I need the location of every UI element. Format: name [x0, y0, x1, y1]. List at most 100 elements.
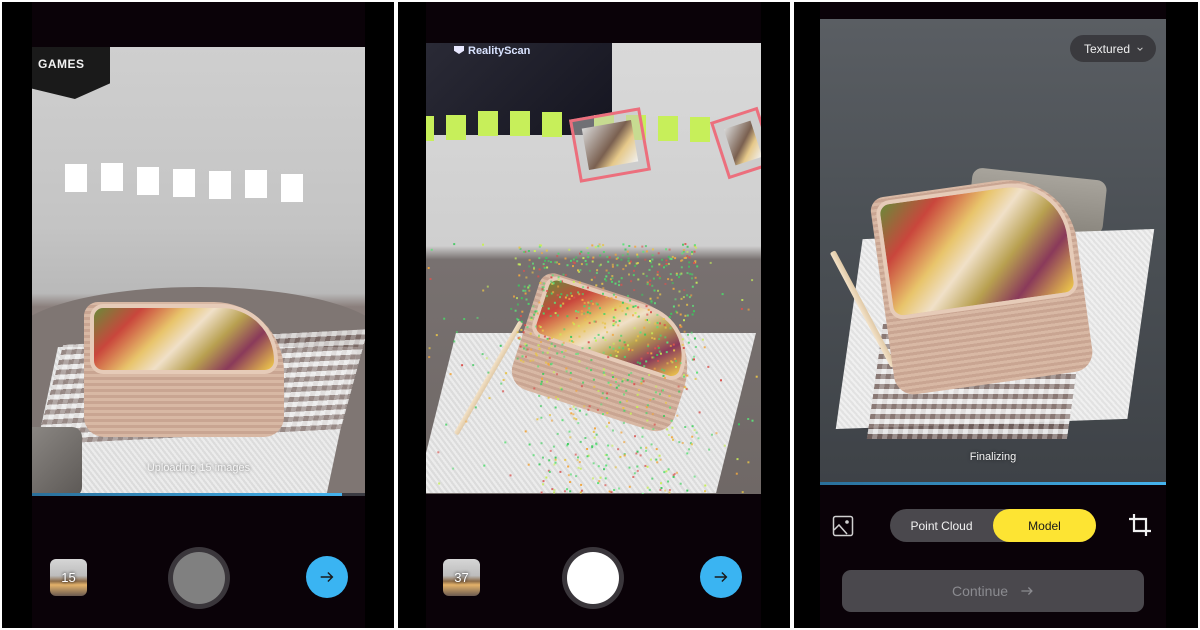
- point-cloud-point: [566, 294, 569, 297]
- point-cloud-point: [562, 302, 565, 305]
- point-cloud-point: [564, 349, 567, 352]
- point-cloud-point: [694, 276, 697, 279]
- point-cloud-point: [673, 357, 676, 360]
- shutter-button[interactable]: [168, 547, 230, 609]
- next-button[interactable]: [306, 556, 348, 598]
- point-cloud-point: [646, 283, 649, 286]
- point-cloud-point: [681, 343, 684, 346]
- point-cloud-point: [453, 243, 456, 246]
- point-cloud-point: [686, 314, 689, 317]
- point-cloud-point: [602, 351, 605, 354]
- point-cloud-point: [632, 274, 635, 277]
- point-cloud-point: [550, 419, 553, 422]
- model-viewer[interactable]: Textured Finalizing: [820, 19, 1166, 485]
- point-cloud-point: [682, 243, 684, 246]
- point-cloud-point: [628, 273, 630, 276]
- point-cloud-point: [665, 248, 668, 251]
- point-cloud-point: [550, 342, 553, 345]
- point-cloud-point: [550, 280, 553, 283]
- point-cloud-point: [645, 446, 648, 449]
- gallery-icon[interactable]: [832, 515, 854, 537]
- point-cloud-point: [638, 389, 640, 391]
- point-cloud-point: [587, 252, 590, 255]
- point-cloud-point: [538, 334, 540, 337]
- point-cloud-point: [679, 273, 682, 276]
- point-cloud-point: [617, 351, 619, 353]
- point-cloud-point: [578, 461, 581, 464]
- point-cloud-point: [567, 474, 570, 477]
- point-cloud-point: [665, 401, 667, 404]
- point-cloud-point: [539, 282, 542, 284]
- point-cloud-point: [657, 360, 660, 362]
- point-cloud-point: [646, 352, 649, 355]
- point-cloud-point: [586, 455, 589, 458]
- segment-point-cloud[interactable]: Point Cloud: [890, 509, 993, 542]
- point-cloud-point: [569, 481, 572, 483]
- point-cloud-point: [628, 466, 631, 469]
- continue-button[interactable]: Continue: [842, 570, 1144, 612]
- point-cloud-point: [605, 279, 608, 282]
- crop-icon[interactable]: [1127, 512, 1153, 538]
- point-cloud-point: [557, 276, 560, 279]
- point-cloud-point: [522, 360, 525, 363]
- texture-mode-dropdown[interactable]: Textured: [1069, 35, 1156, 62]
- point-cloud-point: [556, 352, 559, 355]
- next-button[interactable]: [700, 556, 742, 598]
- point-cloud-point: [588, 269, 591, 272]
- point-cloud-point: [585, 367, 588, 370]
- bento-food: [874, 175, 1080, 321]
- point-cloud-point: [654, 322, 657, 325]
- captured-images-thumbnail[interactable]: 37: [443, 559, 480, 596]
- point-cloud-point: [559, 470, 562, 473]
- point-cloud-point: [516, 357, 519, 360]
- processing-progress-fill: [820, 482, 1166, 485]
- point-cloud-point: [590, 369, 593, 372]
- point-cloud-point: [669, 344, 672, 347]
- point-cloud-point: [591, 244, 594, 247]
- point-cloud-point: [618, 284, 620, 287]
- point-cloud-point: [531, 271, 534, 274]
- point-cloud-point: [679, 482, 682, 485]
- bento-food: [90, 304, 278, 374]
- captured-images-thumbnail[interactable]: 15: [50, 559, 87, 596]
- point-cloud-point: [517, 318, 520, 321]
- shutter-button[interactable]: [562, 547, 624, 609]
- point-cloud-point: [428, 356, 431, 359]
- point-cloud-point: [666, 428, 669, 431]
- point-cloud-point: [591, 446, 594, 449]
- point-cloud-point: [622, 378, 625, 381]
- point-cloud-point: [566, 443, 569, 445]
- point-cloud-point: [526, 348, 529, 351]
- point-cloud-point: [538, 463, 541, 466]
- point-cloud-point: [601, 321, 604, 324]
- point-cloud-point: [690, 294, 693, 297]
- point-cloud-point: [576, 459, 579, 461]
- point-cloud-point: [620, 258, 623, 261]
- point-cloud-point: [644, 245, 647, 248]
- point-cloud-point: [656, 313, 659, 316]
- screen-capture-uploading: GAMES Uploading 15 images 15: [2, 2, 394, 628]
- point-cloud-point: [650, 301, 653, 304]
- point-cloud-point: [690, 331, 693, 334]
- point-cloud-point: [578, 293, 581, 296]
- point-cloud-point: [528, 289, 531, 292]
- point-cloud-point: [615, 257, 618, 260]
- point-cloud-point: [633, 383, 636, 386]
- point-cloud-point: [605, 275, 608, 278]
- point-cloud-point: [755, 375, 758, 378]
- segment-model[interactable]: Model: [993, 509, 1096, 542]
- point-cloud-point: [538, 325, 541, 327]
- point-cloud-point: [701, 338, 704, 341]
- point-cloud-point: [659, 393, 661, 396]
- point-cloud-point: [556, 432, 559, 435]
- point-cloud-point: [612, 342, 615, 345]
- point-cloud-point: [618, 339, 621, 342]
- point-cloud-point: [605, 296, 608, 299]
- point-cloud-point: [691, 285, 694, 288]
- point-cloud-point: [698, 411, 701, 414]
- point-cloud-point: [618, 487, 621, 490]
- point-cloud-point: [552, 445, 555, 448]
- point-cloud-point: [636, 406, 639, 408]
- point-cloud-point: [633, 472, 636, 475]
- point-cloud-point: [568, 339, 571, 342]
